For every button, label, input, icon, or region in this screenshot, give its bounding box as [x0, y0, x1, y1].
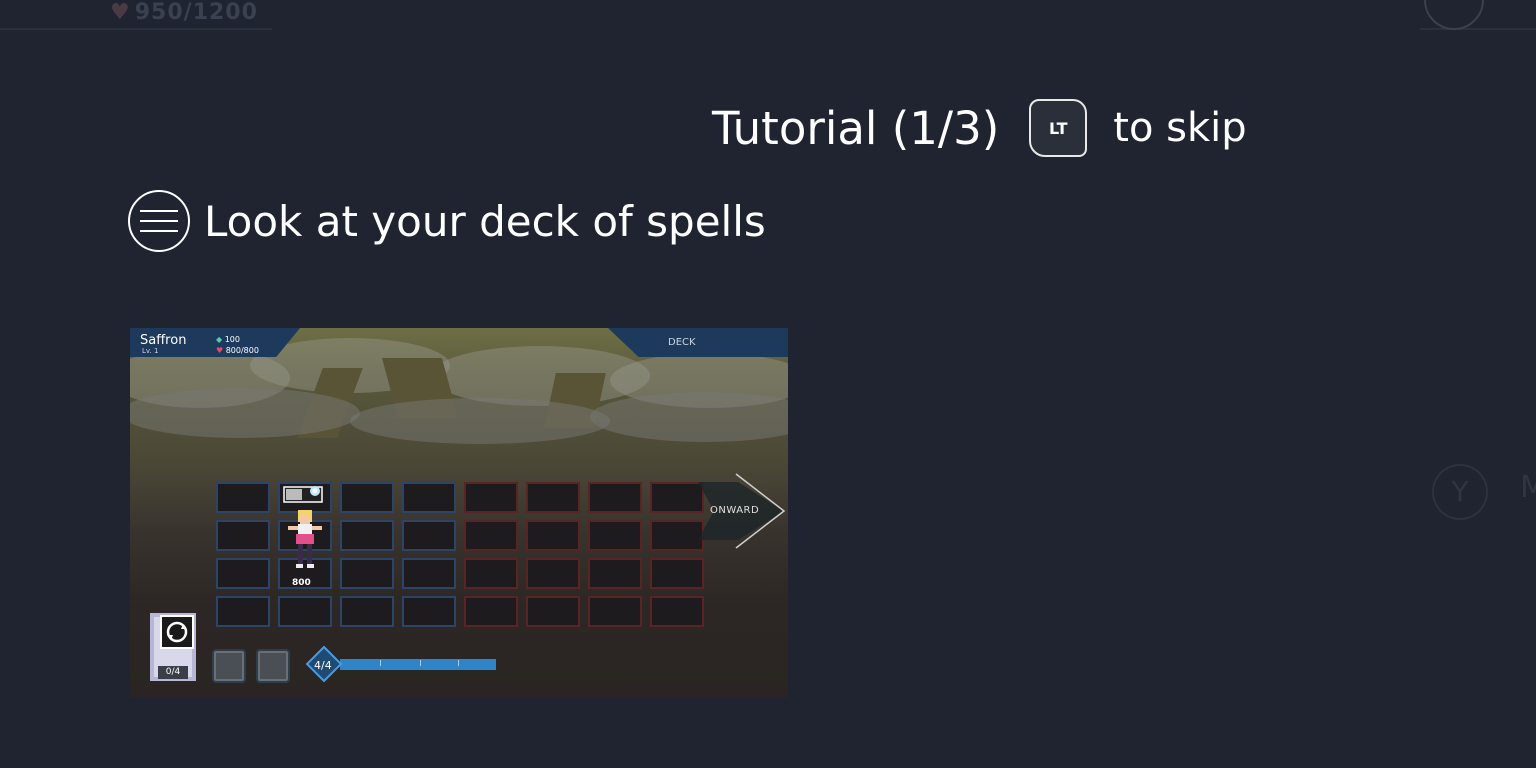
- skip-text: to skip: [1113, 105, 1247, 151]
- character-sprite: [288, 510, 322, 568]
- heart-icon: ♥: [110, 0, 131, 25]
- gem-stat: ◆ 100: [216, 335, 240, 344]
- cloud: [590, 392, 788, 442]
- hp-value: 800/800: [225, 346, 259, 355]
- gem-icon: ◆: [216, 335, 223, 344]
- tutorial-title: Tutorial (1/3): [712, 101, 1000, 155]
- deck-label: DECK: [668, 337, 696, 348]
- enemy-tile[interactable]: [526, 520, 580, 551]
- enemy-tile[interactable]: [650, 482, 704, 513]
- background-menu-icon: [1424, 0, 1484, 30]
- spell-chip-icon: [283, 486, 323, 503]
- player-tile[interactable]: [402, 596, 456, 627]
- player-tile[interactable]: [216, 596, 270, 627]
- enemy-tile[interactable]: [650, 520, 704, 551]
- deck-panel: DECK: [608, 328, 788, 357]
- background-side-letter: M: [1520, 470, 1536, 505]
- player-panel: Saffron Lv. 1 ◆ 100 ♥ 800/800: [130, 328, 300, 357]
- player-tile[interactable]: [216, 558, 270, 589]
- player-tile[interactable]: [402, 520, 456, 551]
- hp-stat: ♥ 800/800: [216, 346, 259, 355]
- background-hp: ♥ 950/1200: [110, 0, 258, 25]
- divider: [0, 28, 272, 30]
- hand-slot[interactable]: [212, 649, 246, 683]
- mana-label: 4/4: [314, 659, 332, 672]
- divider: [1420, 28, 1536, 30]
- mana-tick: [458, 660, 459, 666]
- enemy-tile[interactable]: [464, 520, 518, 551]
- enemy-tile[interactable]: [588, 596, 642, 627]
- hamburger-circle-icon: [128, 190, 190, 252]
- player-tile[interactable]: [402, 558, 456, 589]
- player-tile[interactable]: [216, 482, 270, 513]
- game-preview-image: Saffron Lv. 1 ◆ 100 ♥ 800/800 DECK 800 O…: [130, 328, 788, 698]
- enemy-tile[interactable]: [464, 596, 518, 627]
- enemy-tile[interactable]: [526, 558, 580, 589]
- cloud: [130, 388, 360, 438]
- enemy-tile[interactable]: [650, 558, 704, 589]
- heart-icon: ♥: [216, 346, 224, 355]
- character-hp: 800: [292, 578, 311, 588]
- enemy-tile[interactable]: [588, 558, 642, 589]
- enemy-tile[interactable]: [588, 482, 642, 513]
- player-name: Saffron: [140, 333, 187, 348]
- player-level: Lv. 1: [142, 347, 159, 355]
- player-tile[interactable]: [278, 596, 332, 627]
- enemy-tile[interactable]: [464, 558, 518, 589]
- background-hud: ♥ 950/1200: [0, 0, 1536, 40]
- player-tile[interactable]: [340, 558, 394, 589]
- deck-count: 0/4: [158, 666, 188, 679]
- hand-slot[interactable]: [256, 649, 290, 683]
- lt-trigger-icon[interactable]: LT: [1029, 99, 1088, 157]
- instruction: Look at your deck of spells: [128, 190, 766, 252]
- onward-label: ONWARD: [710, 505, 760, 516]
- lt-trigger-label: LT: [1049, 118, 1068, 138]
- enemy-tile[interactable]: [588, 520, 642, 551]
- mana-bar: [340, 659, 496, 670]
- player-tile[interactable]: [216, 520, 270, 551]
- mana-tick: [420, 660, 421, 666]
- background-hp-text: 950/1200: [134, 0, 258, 25]
- enemy-tile[interactable]: [526, 482, 580, 513]
- enemy-tile[interactable]: [650, 596, 704, 627]
- gem-value: 100: [224, 335, 240, 344]
- enemy-tile[interactable]: [526, 596, 580, 627]
- instruction-text: Look at your deck of spells: [204, 196, 766, 246]
- tutorial-header: Tutorial (1/3) LT to skip: [712, 96, 1247, 160]
- player-tile[interactable]: [402, 482, 456, 513]
- player-tile[interactable]: [340, 520, 394, 551]
- onward-button[interactable]: ONWARD: [698, 472, 788, 550]
- player-tile[interactable]: [340, 482, 394, 513]
- y-button-label: Y: [1451, 475, 1469, 508]
- cloud: [350, 398, 610, 444]
- player-tile[interactable]: [340, 596, 394, 627]
- mana-tick: [380, 660, 381, 666]
- background-y-button: Y: [1432, 464, 1488, 520]
- enemy-tile[interactable]: [464, 482, 518, 513]
